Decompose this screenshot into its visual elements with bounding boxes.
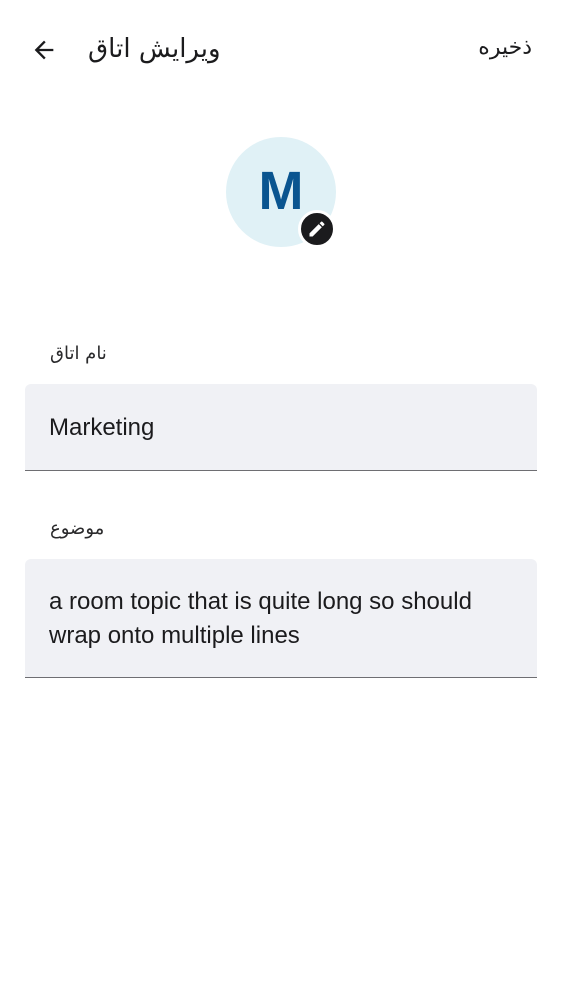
topic-label: موضوع [50, 518, 105, 539]
save-button[interactable]: ذخیره [478, 30, 532, 66]
topic-input[interactable]: a room topic that is quite long so shoul… [25, 559, 537, 678]
room-name-label: نام اتاق [50, 343, 107, 364]
pencil-icon [309, 221, 325, 237]
avatar-initial: M [258, 161, 304, 221]
page-title: ویرایش اتاق [88, 34, 221, 64]
top-app-bar: ویرایش اتاق ذخیره [0, 0, 562, 100]
room-name-input[interactable]: Marketing [25, 384, 537, 471]
arrow-back-icon [34, 40, 54, 60]
edit-room-screen: ویرایش اتاق ذخیره M نام اتاق Marketing م… [0, 0, 562, 1000]
edit-avatar-button[interactable] [298, 210, 336, 248]
back-button[interactable] [24, 30, 64, 70]
